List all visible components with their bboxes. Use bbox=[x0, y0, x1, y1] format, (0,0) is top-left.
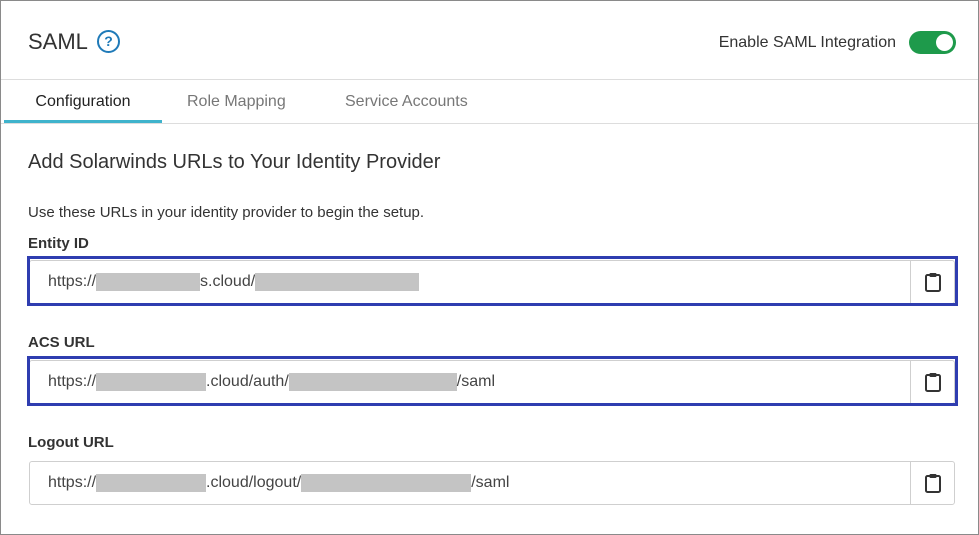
redacted-block bbox=[255, 273, 420, 291]
acs-url-input[interactable]: https:// .cloud/auth/ /saml bbox=[30, 361, 910, 403]
copy-acs-url-button[interactable] bbox=[910, 361, 954, 403]
tab-role-mapping[interactable]: Role Mapping bbox=[187, 81, 295, 123]
redacted-block bbox=[301, 474, 472, 492]
redacted-block bbox=[96, 373, 207, 391]
url-suffix: /saml bbox=[456, 373, 495, 390]
entity-id-field: https:// s.cloud/ bbox=[29, 260, 955, 304]
url-prefix: https:// bbox=[48, 474, 97, 491]
page-title: SAML bbox=[28, 29, 88, 54]
entity-id-input[interactable]: https:// s.cloud/ bbox=[30, 261, 910, 303]
section-title: Add Solarwinds URLs to Your Identity Pro… bbox=[28, 151, 441, 173]
enable-saml-toggle[interactable] bbox=[909, 31, 956, 54]
acs-url-field: https:// .cloud/auth/ /saml bbox=[29, 360, 955, 404]
redacted-block bbox=[288, 373, 457, 391]
toggle-knob bbox=[936, 34, 953, 51]
url-middle: s.cloud/ bbox=[200, 273, 256, 290]
tab-configuration[interactable]: Configuration bbox=[4, 81, 162, 123]
copy-logout-url-button[interactable] bbox=[910, 462, 954, 504]
entity-id-label: Entity ID bbox=[28, 235, 89, 252]
acs-url-label: ACS URL bbox=[28, 334, 95, 351]
redacted-block bbox=[96, 474, 207, 492]
saml-panel: SAML ? Enable SAML Integration Configura… bbox=[0, 0, 979, 535]
clipboard-icon bbox=[924, 474, 941, 493]
redacted-block bbox=[96, 273, 201, 291]
url-prefix: https:// bbox=[48, 373, 97, 390]
logout-url-label: Logout URL bbox=[28, 434, 114, 451]
question-circle-icon[interactable]: ? bbox=[97, 30, 120, 53]
enable-saml-label: Enable SAML Integration bbox=[718, 34, 896, 51]
url-middle: .cloud/logout/ bbox=[206, 474, 302, 491]
tab-service-accounts[interactable]: Service Accounts bbox=[345, 81, 485, 123]
url-middle: .cloud/auth/ bbox=[206, 373, 289, 390]
section-description: Use these URLs in your identity provider… bbox=[28, 204, 425, 221]
tab-bar: Configuration Role Mapping Service Accou… bbox=[1, 81, 978, 124]
logout-url-field: https:// .cloud/logout/ /saml bbox=[29, 461, 955, 505]
clipboard-icon bbox=[924, 373, 941, 392]
panel-header: SAML ? Enable SAML Integration bbox=[1, 1, 978, 80]
url-suffix: /saml bbox=[471, 474, 510, 491]
clipboard-icon bbox=[924, 273, 941, 292]
copy-entity-id-button[interactable] bbox=[910, 261, 954, 303]
url-prefix: https:// bbox=[48, 273, 97, 290]
logout-url-input[interactable]: https:// .cloud/logout/ /saml bbox=[30, 462, 910, 504]
